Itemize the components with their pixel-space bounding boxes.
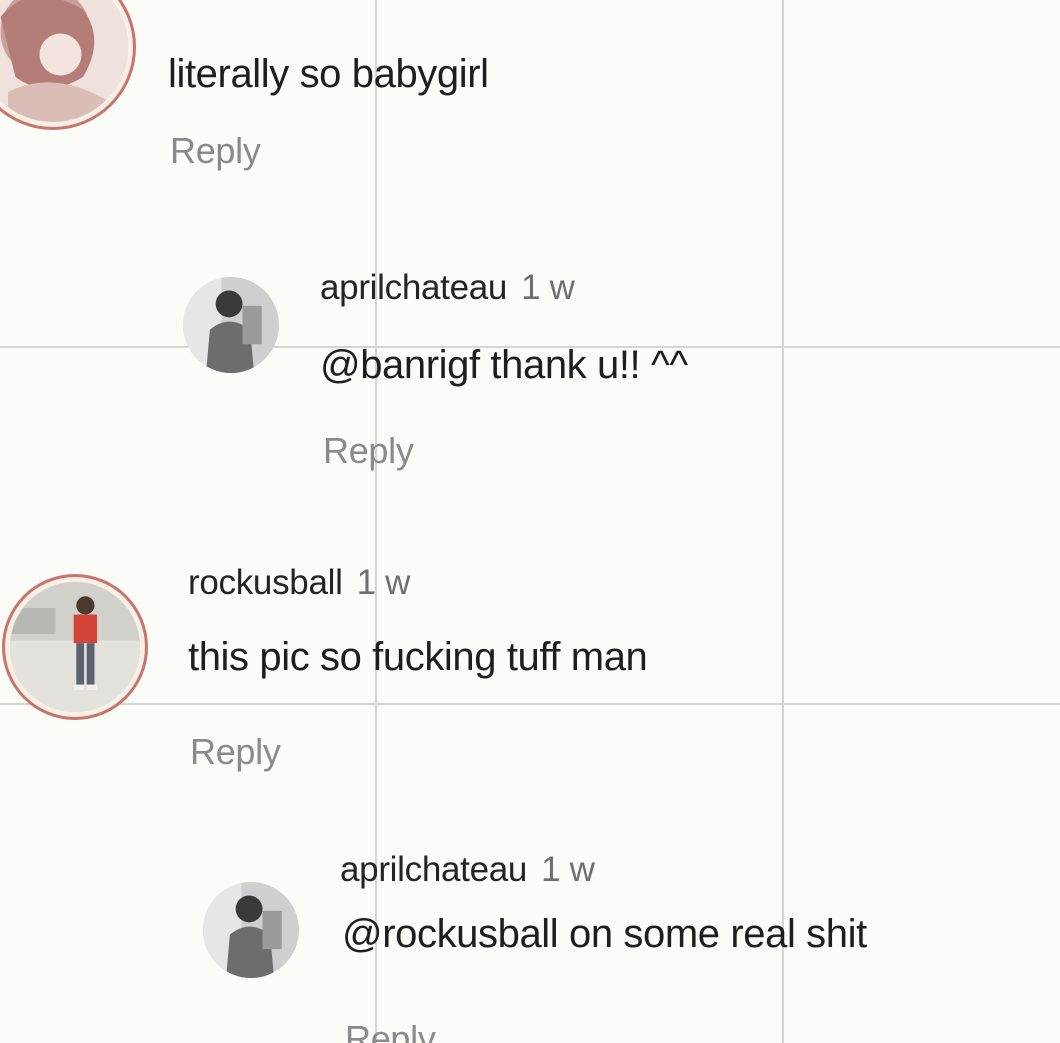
profile-photo-person-icon[interactable]	[203, 882, 299, 978]
comment-reply-item: aprilchateau 1 w @rockusball on some real…	[0, 840, 1060, 1043]
profile-photo-anime-icon[interactable]	[0, 0, 128, 122]
profile-photo-person-icon[interactable]	[183, 277, 279, 373]
comment-username[interactable]: rockusball	[188, 563, 343, 602]
comment-time: 1 w	[356, 563, 411, 602]
reply-button[interactable]: Reply	[170, 130, 261, 172]
comment-text: @rockusball on some real shit	[342, 912, 867, 956]
comment-reply-item: aprilchateau 1 w @banrigf thank u!! ^^ Re…	[0, 260, 1060, 480]
comment-meta: rockusball 1 w	[188, 563, 410, 603]
comment-meta: aprilchateau 1 w	[320, 268, 575, 308]
reply-button[interactable]: Reply	[345, 1018, 436, 1043]
comment-username[interactable]: aprilchateau	[340, 850, 527, 889]
comment-time: 1 w	[541, 850, 595, 889]
comment-username[interactable]: aprilchateau	[320, 268, 507, 307]
comment-meta	[170, 0, 184, 10]
reply-button[interactable]: Reply	[323, 430, 414, 472]
comment-time: 1 w	[521, 268, 575, 307]
reply-button[interactable]: Reply	[190, 731, 281, 773]
comment-item: rockusball 1 w this pic so fucking tuff m…	[0, 550, 1060, 780]
comment-text: literally so babygirl	[168, 52, 489, 96]
comment-item: literally so babygirl Reply	[0, 0, 1060, 200]
profile-photo-person-red-shirt-icon[interactable]	[10, 582, 140, 712]
comment-text: this pic so fucking tuff man	[188, 635, 648, 679]
comment-text: @banrigf thank u!! ^^	[320, 343, 688, 387]
comments-screen: literally so babygirl Reply aprilchateau…	[0, 0, 1060, 1043]
comment-meta: aprilchateau 1 w	[340, 850, 595, 890]
